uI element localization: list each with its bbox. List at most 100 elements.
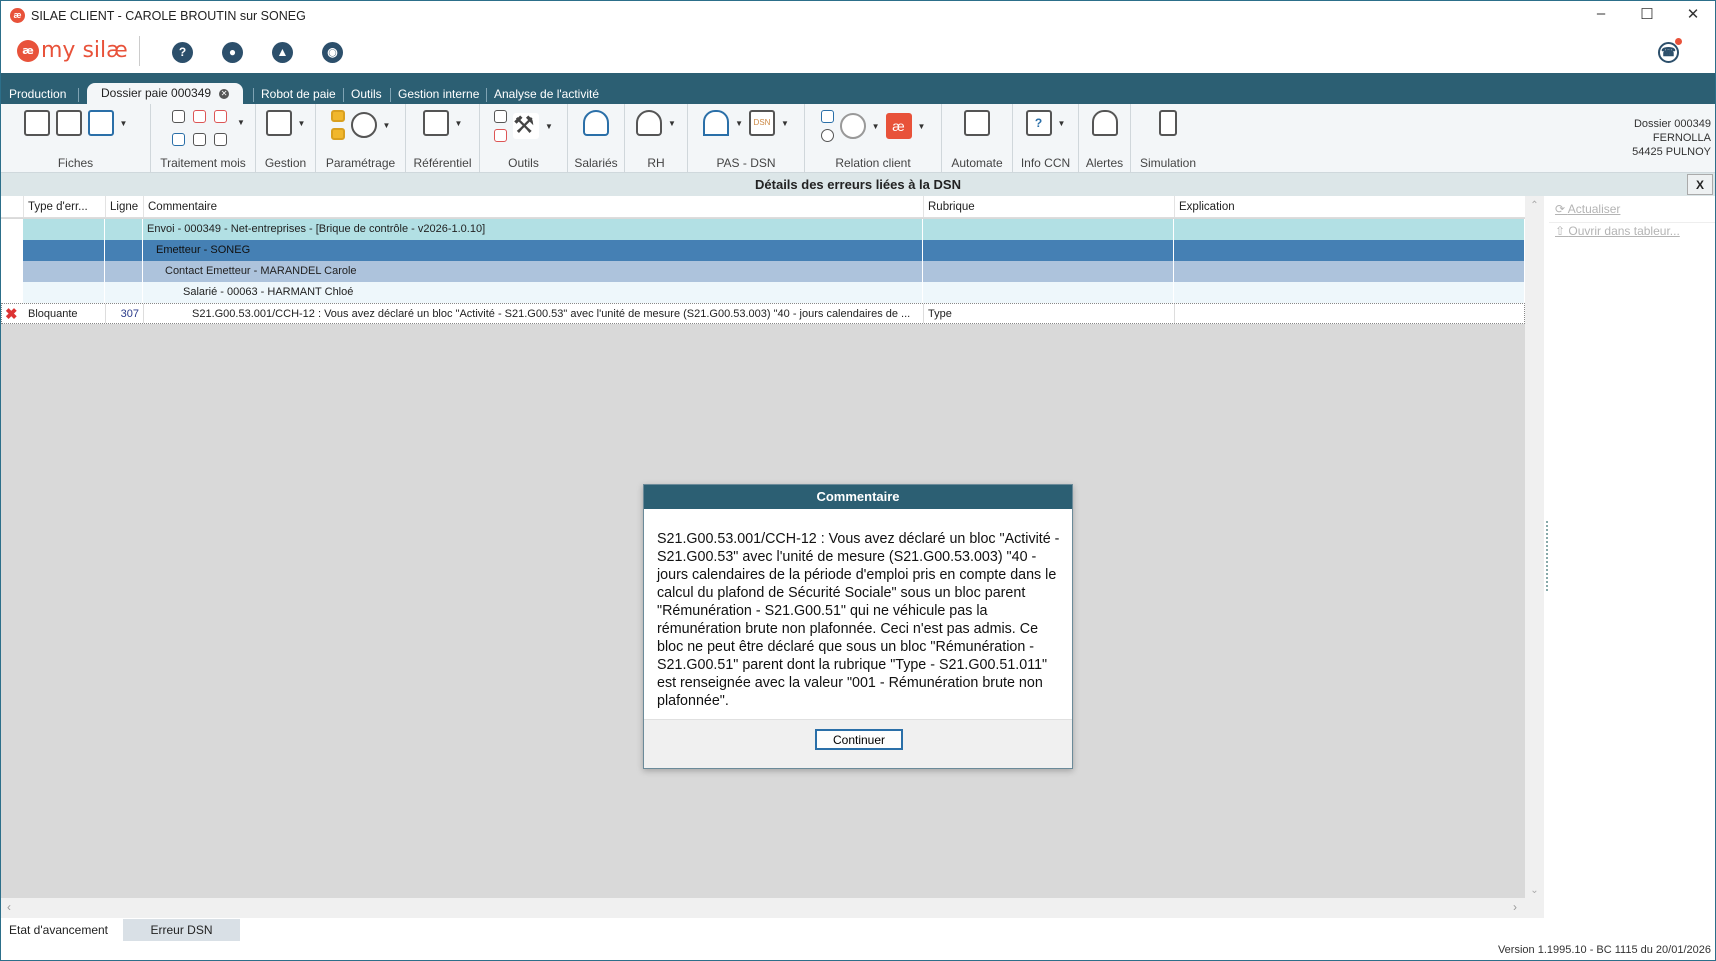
group-label: Outils bbox=[508, 156, 539, 170]
table-row[interactable]: Contact Emetteur - MARANDEL Carole bbox=[1, 261, 1525, 282]
column-header-ligne[interactable]: Ligne bbox=[105, 196, 143, 217]
bell-icon[interactable] bbox=[1091, 110, 1118, 136]
ribbon-group-fiches: ▼ Fiches bbox=[1, 104, 151, 173]
dropdown-arrow-icon[interactable]: ▼ bbox=[237, 118, 245, 127]
dialog-body: S21.G00.53.001/CCH-12 : Vous avez déclar… bbox=[657, 531, 1060, 709]
window-title: SILAE CLIENT - CAROLE BROUTIN sur SONEG bbox=[31, 8, 306, 23]
tab-etat-avancement[interactable]: Etat d'avancement bbox=[1, 919, 117, 941]
group-label: Alertes bbox=[1085, 156, 1124, 170]
notification-dot bbox=[1675, 38, 1682, 45]
ribbon-group-parametrage: ▼ Paramétrage bbox=[316, 104, 406, 173]
client-settings-icon[interactable] bbox=[820, 129, 834, 142]
payslip-view-icon[interactable] bbox=[213, 133, 227, 146]
checklist-icon[interactable] bbox=[265, 110, 292, 136]
column-header-rubrique[interactable]: Rubrique bbox=[923, 196, 1174, 217]
employee-card-icon[interactable] bbox=[87, 110, 114, 136]
dropdown-arrow-icon[interactable]: ▼ bbox=[120, 119, 128, 128]
tools-icon[interactable]: ⚒ bbox=[513, 113, 540, 139]
clock-icon[interactable] bbox=[171, 110, 185, 123]
info-ccn-icon[interactable]: ? bbox=[1025, 110, 1052, 136]
group-label: Référentiel bbox=[413, 156, 472, 170]
dropdown-arrow-icon[interactable]: ▼ bbox=[781, 119, 789, 128]
group-label: Paramétrage bbox=[325, 156, 396, 170]
ribbon-group-simulation: Simulation bbox=[1131, 104, 1205, 173]
bank-icon[interactable] bbox=[703, 110, 730, 136]
dropdown-arrow-icon[interactable]: ▼ bbox=[668, 119, 676, 128]
grid-header: Type d'err... Ligne Commentaire Rubrique… bbox=[1, 196, 1525, 218]
tab-production[interactable]: Production bbox=[9, 85, 66, 104]
app-icon: æ bbox=[10, 8, 25, 23]
mysilae-client-icon[interactable]: æ bbox=[885, 113, 912, 139]
mysilae-logo[interactable]: æ my silæ bbox=[17, 38, 128, 63]
dropdown-arrow-icon[interactable]: ▼ bbox=[298, 119, 306, 128]
divider bbox=[139, 36, 140, 66]
vertical-scrollbar[interactable]: ⌃ ⌄ bbox=[1525, 196, 1544, 898]
support-icon[interactable]: ☎ bbox=[1658, 42, 1679, 63]
cell-explication bbox=[1175, 304, 1526, 323]
horizontal-scrollbar[interactable]: ‹ › bbox=[1, 898, 1544, 918]
dropdown-arrow-icon[interactable]: ▼ bbox=[455, 119, 463, 128]
table-row[interactable]: Envoi - 000349 - Net-entreprises - [Briq… bbox=[1, 219, 1525, 240]
tab-outils[interactable]: Outils bbox=[351, 85, 382, 104]
refresh-action[interactable]: ⟳ Actualiser bbox=[1555, 202, 1620, 216]
contact-card-icon[interactable] bbox=[820, 110, 834, 123]
minimize-button[interactable]: – bbox=[1586, 5, 1616, 25]
dropdown-arrow-icon[interactable]: ▼ bbox=[545, 122, 553, 131]
group-label: Simulation bbox=[1139, 156, 1197, 170]
ribbon-group-outils: ⚒ ▼ Outils bbox=[480, 104, 568, 173]
folder-view-icon[interactable] bbox=[330, 110, 345, 122]
folder-percent-icon[interactable] bbox=[330, 128, 345, 140]
dropdown-arrow-icon[interactable]: ▼ bbox=[383, 121, 391, 130]
dropdown-arrow-icon[interactable]: ▼ bbox=[918, 122, 926, 131]
close-panel-button[interactable]: X bbox=[1687, 174, 1713, 195]
column-header-commentaire[interactable]: Commentaire bbox=[143, 196, 923, 217]
group-label: Info CCN bbox=[1020, 156, 1071, 170]
dropdown-arrow-icon[interactable]: ▼ bbox=[1058, 119, 1066, 128]
network-icon[interactable] bbox=[23, 110, 50, 136]
calendar-check-icon[interactable] bbox=[213, 110, 227, 123]
ribbon-group-relation-client: ▼ æ ▼ Relation client bbox=[805, 104, 942, 173]
dsn-icon[interactable]: DSN bbox=[749, 110, 775, 136]
chat-icon[interactable]: ◉ bbox=[322, 42, 343, 63]
academy-icon[interactable]: ▲ bbox=[272, 42, 293, 63]
community-icon[interactable]: ● bbox=[222, 42, 243, 63]
book-add-icon[interactable] bbox=[422, 110, 449, 136]
badge-view-icon[interactable] bbox=[494, 110, 508, 123]
dropdown-arrow-icon[interactable]: ▼ bbox=[872, 122, 880, 131]
tab-dossier-paie[interactable]: Dossier paie 000349 ✕ bbox=[87, 83, 244, 104]
tab-erreur-dsn[interactable]: Erreur DSN bbox=[123, 919, 240, 941]
calendar-edit-icon[interactable] bbox=[192, 110, 206, 123]
euro-edit-icon[interactable] bbox=[192, 133, 206, 146]
handshake-icon[interactable] bbox=[839, 113, 866, 139]
calculator-icon[interactable] bbox=[1159, 110, 1177, 136]
settings-gear-icon[interactable] bbox=[350, 112, 377, 138]
table-row[interactable]: Emetteur - SONEG bbox=[1, 240, 1525, 261]
close-tab-icon[interactable]: ✕ bbox=[219, 88, 230, 99]
cell-commentaire: Salarié - 00063 - HARMANT Chloé bbox=[143, 282, 923, 303]
employees-icon[interactable] bbox=[583, 110, 609, 136]
help-icon[interactable]: ? bbox=[172, 42, 193, 63]
calendar-view-icon[interactable] bbox=[494, 129, 508, 142]
user-edit-icon[interactable] bbox=[171, 133, 185, 146]
dropdown-arrow-icon[interactable]: ▼ bbox=[735, 119, 743, 128]
table-row[interactable]: Salarié - 00063 - HARMANT Chloé bbox=[1, 282, 1525, 303]
maximize-button[interactable]: ☐ bbox=[1632, 5, 1662, 25]
robot-icon[interactable] bbox=[964, 110, 990, 136]
column-header-explication[interactable]: Explication bbox=[1174, 196, 1525, 217]
continue-button[interactable]: Continuer bbox=[815, 729, 903, 750]
cell-type: Bloquante bbox=[24, 304, 106, 323]
ribbon-group-alertes: Alertes bbox=[1079, 104, 1131, 173]
close-window-button[interactable]: ✕ bbox=[1678, 5, 1708, 25]
tab-robot-de-paie[interactable]: Robot de paie bbox=[261, 85, 336, 104]
column-header-type[interactable]: Type d'err... bbox=[23, 196, 105, 217]
ribbon-toolbar: ▼ Fiches ▼ Traitement mois ▼ Gestion ▼ P… bbox=[1, 104, 1715, 173]
tab-gestion-interne[interactable]: Gestion interne bbox=[398, 85, 479, 104]
tab-analyse-activite[interactable]: Analyse de l'activité bbox=[494, 85, 599, 104]
hr-hand-icon[interactable] bbox=[636, 110, 663, 136]
error-icon: ✖ bbox=[2, 304, 24, 323]
cell-rubrique: Type bbox=[924, 304, 1175, 323]
open-in-spreadsheet-action[interactable]: ⇧ Ouvrir dans tableur... bbox=[1555, 224, 1680, 238]
ribbon-group-rh: ▼ RH bbox=[625, 104, 688, 173]
table-row-selected[interactable]: ✖ Bloquante 307 S21.G00.53.001/CCH-12 : … bbox=[1, 303, 1526, 324]
building-icon[interactable] bbox=[55, 110, 82, 136]
